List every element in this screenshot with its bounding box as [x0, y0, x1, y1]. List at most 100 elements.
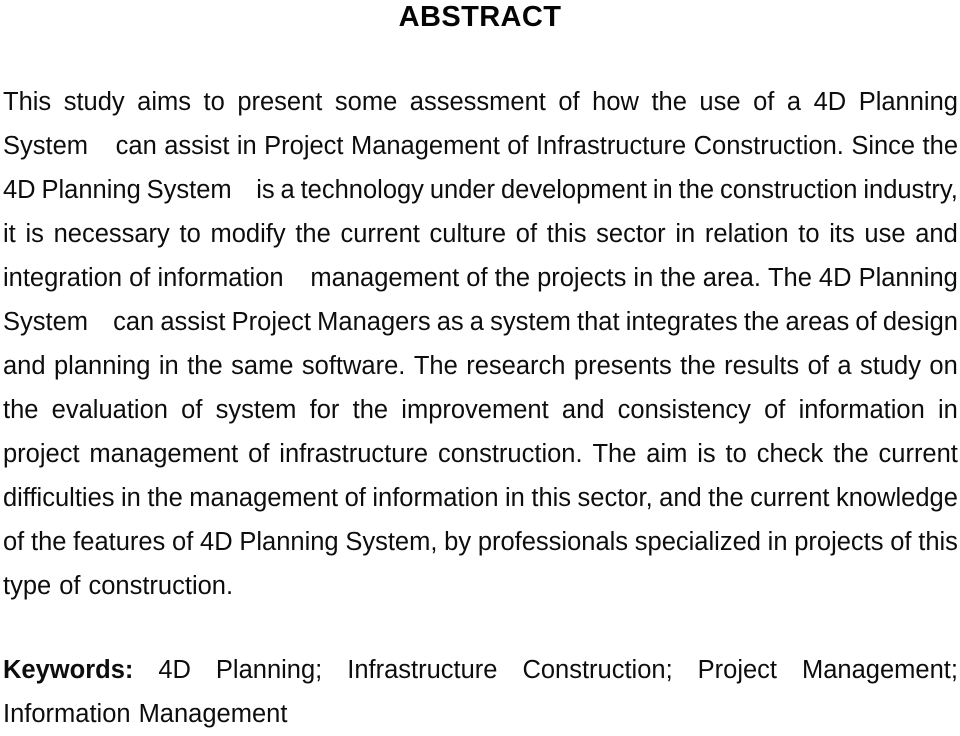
- text-token: the: [833, 440, 869, 468]
- text-token: research: [466, 352, 566, 380]
- text-token: Planning: [858, 264, 958, 292]
- text-token: Management;: [802, 656, 958, 684]
- text-token: construction: [719, 176, 858, 204]
- text-token: System,: [345, 528, 438, 556]
- text-token: 4D: [818, 264, 852, 292]
- text-token: its: [829, 220, 855, 248]
- text-token: projects: [794, 528, 884, 556]
- text-token: of: [507, 132, 529, 160]
- text-token: check: [756, 440, 824, 468]
- text-token: System: [146, 176, 232, 204]
- text-token: of: [181, 396, 203, 424]
- text-token: current: [340, 220, 420, 248]
- text-token: assessment: [409, 88, 546, 116]
- abstract-line-0: This study aims to present some assessment of ho…: [3, 80, 958, 124]
- text-token: management: [89, 440, 239, 468]
- text-token: is: [256, 176, 275, 204]
- abstract-line-4: integration of information management of the…: [3, 256, 958, 300]
- text-token: knowledge: [835, 484, 958, 512]
- text-token: software.: [301, 352, 406, 380]
- text-token: this: [531, 484, 572, 512]
- abstract-line-1: System can assist in Project Management of Inf…: [3, 124, 958, 168]
- text-token: this: [918, 528, 958, 556]
- text-token: presents: [573, 352, 672, 380]
- text-token: of: [172, 528, 194, 556]
- text-token: consistency: [617, 396, 751, 424]
- text-token: aim: [646, 440, 688, 468]
- text-token: a: [837, 352, 852, 380]
- text-token: to: [725, 440, 747, 468]
- text-token: of: [558, 88, 580, 116]
- abstract-line-8: project management of infrastructure constru…: [3, 432, 958, 476]
- text-token: the: [651, 88, 687, 116]
- keywords-block: Keywords: 4D Planning; Infrastructure Constr…: [3, 648, 958, 736]
- text-token: of: [59, 572, 81, 600]
- text-token: the: [708, 484, 744, 512]
- text-token: difficulties: [3, 484, 115, 512]
- text-token: Managers: [317, 308, 431, 336]
- text-token: Construction.: [693, 132, 844, 160]
- text-token: aims: [137, 88, 192, 116]
- text-token: assist: [160, 308, 226, 336]
- text-token: this: [546, 220, 587, 248]
- text-token: and: [915, 220, 958, 248]
- text-token: system: [490, 308, 571, 336]
- text-token: This: [3, 88, 52, 116]
- text-token: the: [3, 396, 39, 424]
- text-token: infrastructure: [279, 440, 429, 468]
- text-token: relation: [704, 220, 789, 248]
- text-token: Planning: [858, 88, 958, 116]
- text-token: results: [724, 352, 800, 380]
- text-token: culture: [429, 220, 507, 248]
- text-token: evaluation: [51, 396, 168, 424]
- text-token: integration: [3, 264, 123, 292]
- abstract-line-11: type of construction.: [3, 564, 958, 608]
- text-token: under: [429, 176, 496, 204]
- text-token: and: [659, 484, 702, 512]
- text-token: Planning;: [215, 656, 323, 684]
- abstract-line-5: System can assist Project Managers as a system…: [3, 300, 958, 344]
- keywords-line-1: Information Management: [3, 692, 958, 736]
- text-token: information: [798, 396, 925, 424]
- text-token: in: [633, 264, 654, 292]
- text-token: a: [786, 88, 802, 116]
- text-token: professionals: [477, 528, 629, 556]
- text-token: as: [436, 308, 464, 336]
- text-token: the: [352, 396, 389, 424]
- text-token: of: [855, 308, 877, 336]
- text-token: the: [295, 220, 331, 248]
- text-token: management: [310, 264, 460, 292]
- text-token: of: [764, 396, 786, 424]
- text-token: Information: [3, 700, 131, 728]
- text-token: by: [444, 528, 472, 556]
- text-token: of: [248, 440, 270, 468]
- text-token: the: [678, 176, 715, 204]
- text-token: use: [864, 220, 906, 248]
- text-token: Project: [264, 132, 344, 160]
- text-token: the: [494, 264, 531, 292]
- text-token: assist: [164, 132, 230, 160]
- text-token: study: [63, 88, 125, 116]
- text-token: Infrastructure: [535, 132, 687, 160]
- abstract-line-6: and planning in the same software. The research…: [3, 344, 958, 388]
- text-token: in: [938, 396, 958, 424]
- text-token: of: [344, 484, 366, 512]
- text-token: design: [882, 308, 958, 336]
- text-token: management: [189, 484, 339, 512]
- text-token: in: [121, 484, 141, 512]
- text-token: The: [767, 264, 812, 292]
- abstract-line-10: of the features of 4D Planning System, by profes…: [3, 520, 958, 564]
- text-token: in: [236, 132, 257, 160]
- text-token: planning: [54, 352, 151, 380]
- text-token: Project: [697, 656, 778, 684]
- text-token: the: [31, 528, 67, 556]
- text-token: Construction;: [522, 656, 673, 684]
- text-token: Project: [231, 308, 312, 336]
- text-token: technology: [300, 176, 424, 204]
- text-token: is: [697, 440, 716, 468]
- abstract-line-9: difficulties in the management of information…: [3, 476, 958, 520]
